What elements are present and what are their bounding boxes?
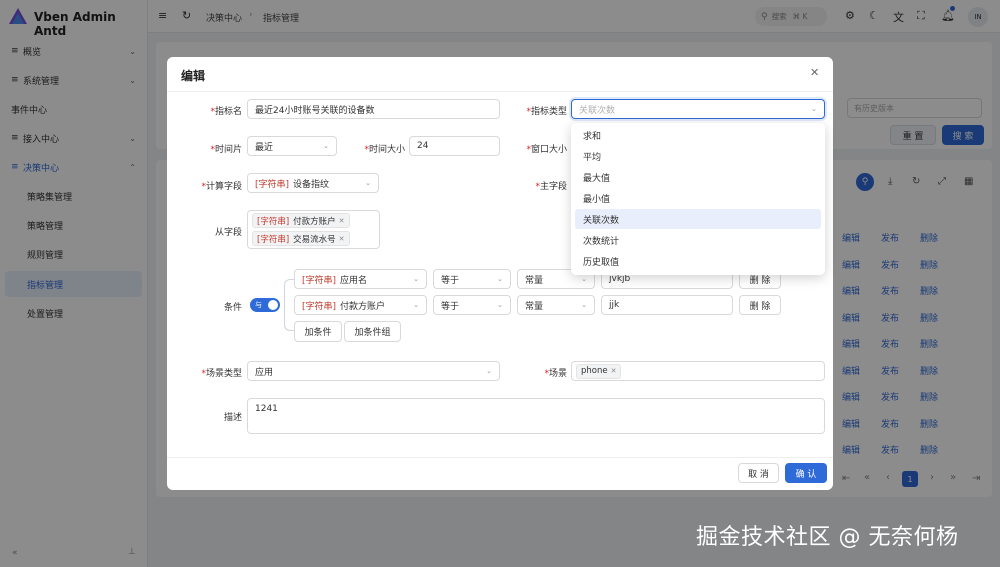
- sub-field-tag: [字符串] 付款方账户 ✕: [252, 213, 350, 228]
- scene-type-select[interactable]: 应用 ⌄: [247, 361, 500, 381]
- modal-title: 编辑: [181, 69, 206, 83]
- tag-close-icon[interactable]: ✕: [611, 367, 617, 375]
- calc-field-select[interactable]: [字符串] 设备指纹 ⌄: [247, 173, 379, 193]
- chevron-down-icon: ⌄: [811, 105, 817, 113]
- chevron-down-icon: ⌄: [497, 275, 503, 283]
- dropdown-option[interactable]: 历史取值: [575, 251, 821, 271]
- calc-field-label: *计算字段: [201, 182, 242, 192]
- metric-type-select[interactable]: 关联次数 ⌄: [571, 99, 825, 119]
- condition-value-input[interactable]: jjk: [601, 295, 733, 315]
- dropdown-option[interactable]: 平均: [575, 146, 821, 166]
- chevron-down-icon: ⌄: [497, 301, 503, 309]
- scene-type-label: *场景类型: [201, 369, 242, 379]
- condition-bracket: [284, 305, 294, 331]
- sub-field-tag: [字符串] 交易流水号 ✕: [252, 231, 350, 246]
- scene-select[interactable]: phone ✕: [571, 361, 825, 381]
- close-icon[interactable]: ✕: [810, 66, 819, 79]
- window-size-label: *窗口大小: [526, 145, 567, 155]
- time-size-input[interactable]: 24: [409, 136, 500, 156]
- dropdown-option[interactable]: 最大值: [575, 167, 821, 187]
- metric-type-dropdown: 求和 平均 最大值 最小值 关联次数 次数统计 历史取值: [571, 123, 825, 275]
- chevron-down-icon: ⌄: [486, 367, 492, 375]
- chevron-down-icon: ⌄: [365, 179, 371, 187]
- watermark: 掘金技术社区 @ 无奈何杨: [696, 525, 959, 550]
- condition-label: 条件: [223, 303, 242, 313]
- sub-field-label: 从字段: [214, 228, 242, 238]
- dropdown-option-highlighted[interactable]: 关联次数: [575, 209, 821, 229]
- tag-close-icon[interactable]: ✕: [339, 217, 345, 225]
- delete-condition-button[interactable]: 删 除: [739, 295, 781, 315]
- cancel-button[interactable]: 取 消: [738, 463, 779, 483]
- add-condition-button[interactable]: 加条件: [294, 321, 342, 342]
- scene-tag: phone ✕: [576, 363, 622, 379]
- description-label: 描述: [223, 413, 242, 423]
- metric-type-label: *指标类型: [526, 107, 567, 117]
- logic-toggle[interactable]: 与: [250, 298, 280, 312]
- dropdown-option[interactable]: 次数统计: [575, 230, 821, 250]
- chevron-down-icon: ⌄: [581, 275, 587, 283]
- time-slice-select[interactable]: 最近 ⌄: [247, 136, 337, 156]
- add-condition-group-button[interactable]: 加条件组: [344, 321, 401, 342]
- sub-field-select[interactable]: [字符串] 付款方账户 ✕ [字符串] 交易流水号 ✕: [247, 210, 380, 249]
- chevron-down-icon: ⌄: [581, 301, 587, 309]
- divider: [167, 457, 833, 458]
- dropdown-option[interactable]: 最小值: [575, 188, 821, 208]
- dropdown-option[interactable]: 求和: [575, 125, 821, 145]
- condition-field-select[interactable]: [字符串] 付款方账户 ⌄: [294, 295, 427, 315]
- tag-close-icon[interactable]: ✕: [339, 235, 345, 243]
- condition-op-select[interactable]: 等于 ⌄: [433, 295, 511, 315]
- confirm-button[interactable]: 确 认: [785, 463, 827, 483]
- time-size-label: *时间大小: [364, 145, 405, 155]
- description-textarea[interactable]: 1241: [247, 398, 825, 434]
- main-field-label: *主字段: [535, 182, 567, 192]
- toggle-knob: [268, 300, 278, 310]
- condition-kind-select[interactable]: 常量 ⌄: [517, 295, 595, 315]
- condition-field-select[interactable]: [字符串] 应用名 ⌄: [294, 269, 427, 289]
- chevron-down-icon: ⌄: [413, 275, 419, 283]
- divider: [167, 91, 833, 92]
- scene-label: *场景: [544, 369, 567, 379]
- time-slice-label: *时间片: [210, 145, 242, 155]
- condition-op-select[interactable]: 等于 ⌄: [433, 269, 511, 289]
- chevron-down-icon: ⌄: [323, 142, 329, 150]
- chevron-down-icon: ⌄: [413, 301, 419, 309]
- metric-name-label: *指标名: [210, 107, 242, 117]
- metric-name-input[interactable]: 最近24小时账号关联的设备数: [247, 99, 500, 119]
